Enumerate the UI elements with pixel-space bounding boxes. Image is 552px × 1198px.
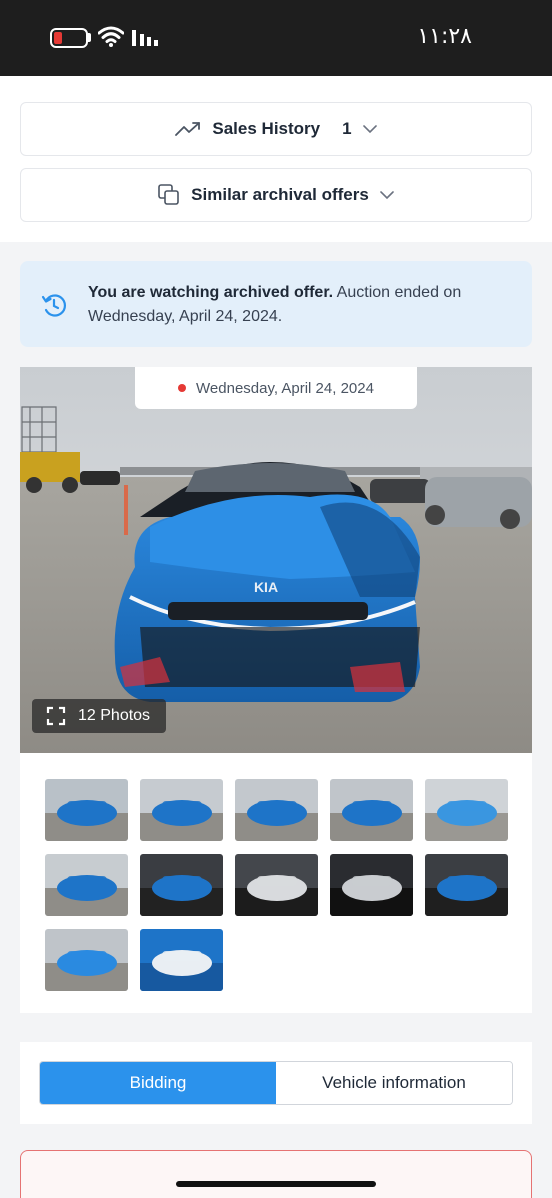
battery-icon [50,28,88,48]
sales-history-count: 1 [342,119,352,138]
photo-thumbnail-front-damage[interactable] [425,779,508,841]
status-dot [178,384,187,392]
similar-offers-label: Similar archival offers [191,185,369,204]
wifi-icon [98,26,124,47]
view-photos-button[interactable]: 12 Photos [32,699,166,733]
photo-gallery-card: KIA Wednesday, April 24, 2024 12 Photos [20,367,532,1013]
home-indicator [176,1181,376,1187]
tabs-card: Bidding Vehicle information [20,1042,532,1124]
main-car-photo[interactable]: KIA Wednesday, April 24, 2024 12 Photos [20,367,532,753]
tab-bidding[interactable]: Bidding [40,1062,276,1104]
notice-text: You are watching archived offer. Auction… [88,281,508,329]
notice-bold: You are watching archived offer. [88,284,334,301]
trend-up-icon [174,120,202,138]
copy-icon [157,183,181,207]
cellular-signal-icon [132,30,158,46]
tab-group: Bidding Vehicle information [39,1061,513,1105]
auction-date: Wednesday, April 24, 2024 [196,379,374,397]
similar-offers-dropdown[interactable]: Similar archival offers [20,168,532,222]
tab-vehicle-information[interactable]: Vehicle information [276,1062,512,1104]
car-photo-image: KIA [20,367,532,753]
auction-date-chip: Wednesday, April 24, 2024 [135,367,417,409]
photo-thumbnail-front-left[interactable] [330,779,413,841]
photo-thumbnail-hood-damage[interactable] [45,929,128,991]
battery-tip [88,33,91,42]
photo-thumbnail-rear-left[interactable] [140,779,223,841]
sales-history-dropdown[interactable]: Sales History 1 [20,102,532,156]
photo-thumbnail-window-sticker[interactable] [140,929,223,991]
history-icon [41,294,66,317]
photo-thumbnail-dashboard[interactable] [235,854,318,916]
photo-thumbnail-rear[interactable] [45,854,128,916]
photo-thumbnail-front-left-damage[interactable] [45,779,128,841]
chevron-down-icon [379,190,395,200]
chevron-down-icon [362,124,378,134]
status-time: ١١:٢٨ [417,24,472,49]
sales-history-label: Sales History [212,119,321,138]
photo-thumbnail-rear-seats[interactable] [425,854,508,916]
bidding-status-card [20,1150,532,1198]
photo-thumbnail-front-seats[interactable] [140,854,223,916]
photo-thumbnail-instrument-cluster[interactable] [330,854,413,916]
status-bar: ١١:٢٨ [0,0,552,76]
photo-thumbnail-left-side[interactable] [235,779,318,841]
svg-text:KIA: KIA [254,579,278,595]
fullscreen-icon [46,706,66,726]
archived-notice: You are watching archived offer. Auction… [20,261,532,347]
photos-count: 12 Photos [78,707,151,724]
